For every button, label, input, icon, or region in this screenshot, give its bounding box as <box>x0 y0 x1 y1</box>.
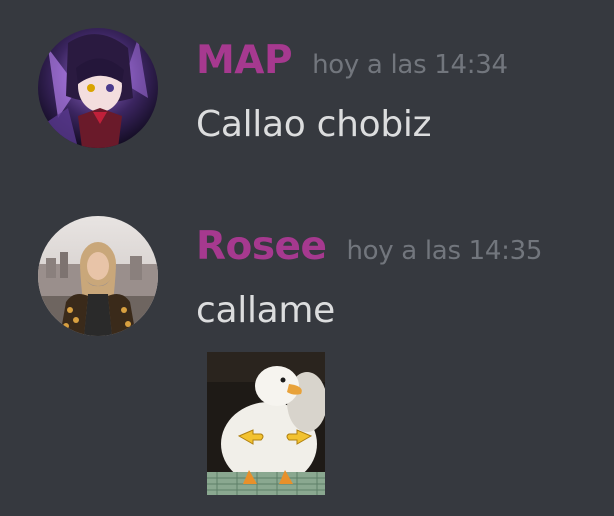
timestamp: hoy a las 14:35 <box>346 236 543 266</box>
chat-message: Rosee hoy a las 14:35 callame <box>0 200 614 516</box>
message-header: MAP hoy a las 14:34 <box>196 38 508 83</box>
message-text: callame <box>196 290 336 331</box>
timestamp: hoy a las 14:34 <box>312 50 508 80</box>
avatar-woman-photo-icon[interactable] <box>38 216 158 336</box>
username[interactable]: Rosee <box>196 224 327 269</box>
username[interactable]: MAP <box>196 38 293 83</box>
avatar-anime-icon[interactable] <box>38 28 158 148</box>
message-text: Callao chobiz <box>196 104 432 145</box>
chat-message: MAP hoy a las 14:34 Callao chobiz <box>0 0 614 200</box>
duck-image-attachment[interactable] <box>207 352 325 495</box>
message-header: Rosee hoy a las 14:35 <box>196 224 542 269</box>
